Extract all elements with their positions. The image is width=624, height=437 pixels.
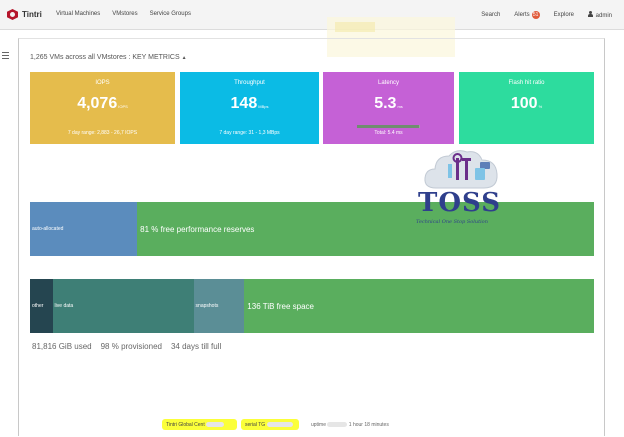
nav-alerts[interactable]: Alerts 51 xyxy=(514,11,540,19)
nav-service-groups[interactable]: Service Groups xyxy=(150,11,191,17)
throughput-unit: MBps xyxy=(258,104,269,109)
cloud-tools-icon xyxy=(424,150,498,189)
main-nav: Virtual Machines VMstores Service Groups xyxy=(56,11,191,17)
serial-info: serial TG xyxy=(241,419,299,430)
faded-overlay-strip xyxy=(335,22,375,32)
user-name: admin xyxy=(595,13,612,19)
iops-title: IOPS xyxy=(95,80,110,86)
latency-total: Total: 5.4 ms xyxy=(374,130,403,136)
throughput-value-wrap: 148MBps xyxy=(180,95,319,113)
uptime-info: uptime 1 hour 18 minutes xyxy=(311,422,389,428)
caret-up-icon: ▲ xyxy=(181,55,187,61)
iops-value: 4,076 xyxy=(77,95,118,112)
iops-unit: IOPS xyxy=(118,104,128,109)
stat-provisioned: 98 % provisioned xyxy=(100,342,162,351)
iops-tile[interactable]: IOPS 4,076IOPS 7 day range: 2,883 - 26,7… xyxy=(30,72,175,144)
alerts-label: Alerts xyxy=(514,12,530,18)
uptime-value: 1 hour 18 minutes xyxy=(348,422,389,428)
watermark-title: TOSS xyxy=(418,188,501,218)
capacity-stats: 81,816 GiB used 98 % provisioned 34 days… xyxy=(32,342,221,351)
nav-search[interactable]: Search xyxy=(481,12,500,18)
seg-other[interactable]: other xyxy=(30,279,53,333)
flash-value-wrap: 100% xyxy=(459,95,594,113)
top-nav-bar: Tintri Virtual Machines VMstores Service… xyxy=(0,0,624,30)
latency-tile[interactable]: Latency 5.3ms Total: 5.4 ms xyxy=(323,72,454,144)
brand-name: Tintri xyxy=(22,10,42,19)
watermark-subtitle: Technical One Stop Solution xyxy=(416,219,488,225)
seg-free-performance[interactable]: 81 % free performance reserves xyxy=(137,202,594,256)
latency-value: 5.3 xyxy=(374,95,397,112)
latency-value-wrap: 5.3ms xyxy=(323,95,454,113)
flash-hit-ratio-tile[interactable]: Flash hit ratio 100% xyxy=(459,72,594,144)
brand-logo[interactable]: Tintri xyxy=(6,8,42,21)
redacted-cert xyxy=(206,422,225,428)
tintri-logo-icon xyxy=(6,8,19,21)
redacted-serial xyxy=(266,422,293,428)
space-usage-bar: other live data snapshots 136 TiB free s… xyxy=(30,279,594,333)
seg-auto-allocated[interactable]: auto-allocated xyxy=(30,202,138,256)
stat-used: 81,816 GiB used xyxy=(32,342,92,351)
nav-vmstores[interactable]: VMstores xyxy=(112,11,137,17)
vm-summary-text: 1,265 VMs across all VMstores : KEY METR… xyxy=(30,54,180,61)
throughput-value: 148 xyxy=(230,95,258,112)
user-icon xyxy=(587,11,593,17)
iops-value-wrap: 4,076IOPS xyxy=(30,95,175,113)
throughput-range: 7 day range: 31 - 1,3 MBps xyxy=(219,130,280,136)
hamburger-menu-icon[interactable] xyxy=(2,52,9,61)
serial-label: serial TG xyxy=(245,422,266,428)
uptime-label: uptime xyxy=(311,422,327,428)
flash-value: 100 xyxy=(510,95,538,112)
iops-range: 7 day range: 2,883 - 26,7 IOPS xyxy=(67,130,138,136)
toss-watermark: TOSS Technical One Stop Solution xyxy=(414,140,512,230)
user-menu[interactable]: admin xyxy=(587,11,612,19)
seg-free-space[interactable]: 136 TiB free space xyxy=(244,279,594,333)
alerts-count-badge: 51 xyxy=(531,11,540,19)
nav-virtual-machines[interactable]: Virtual Machines xyxy=(56,11,100,17)
seg-snapshots[interactable]: snapshots xyxy=(193,279,245,333)
cert-label: Tintri Global Cent xyxy=(166,422,205,428)
cert-info: Tintri Global Cent xyxy=(162,419,237,430)
status-footer: Tintri Global Cent serial TG uptime 1 ho… xyxy=(0,419,624,433)
stat-till-full: 34 days till full xyxy=(170,342,222,351)
nav-explore[interactable]: Explore xyxy=(554,12,574,18)
flash-unit: % xyxy=(538,104,543,109)
latency-bar-fill xyxy=(357,125,419,128)
latency-bar xyxy=(357,125,420,128)
flash-title: Flash hit ratio xyxy=(508,80,545,86)
throughput-title: Throughput xyxy=(234,80,265,86)
latency-title: Latency xyxy=(377,80,399,86)
redacted-uptime xyxy=(327,422,348,428)
seg-live-data[interactable]: live data xyxy=(52,279,194,333)
latency-unit: ms xyxy=(397,104,403,109)
vm-summary-heading[interactable]: 1,265 VMs across all VMstores : KEY METR… xyxy=(30,54,187,61)
throughput-tile[interactable]: Throughput 148MBps 7 day range: 31 - 1,3… xyxy=(180,72,319,144)
nav-right-group: Search Alerts 51 Explore admin xyxy=(481,11,612,19)
